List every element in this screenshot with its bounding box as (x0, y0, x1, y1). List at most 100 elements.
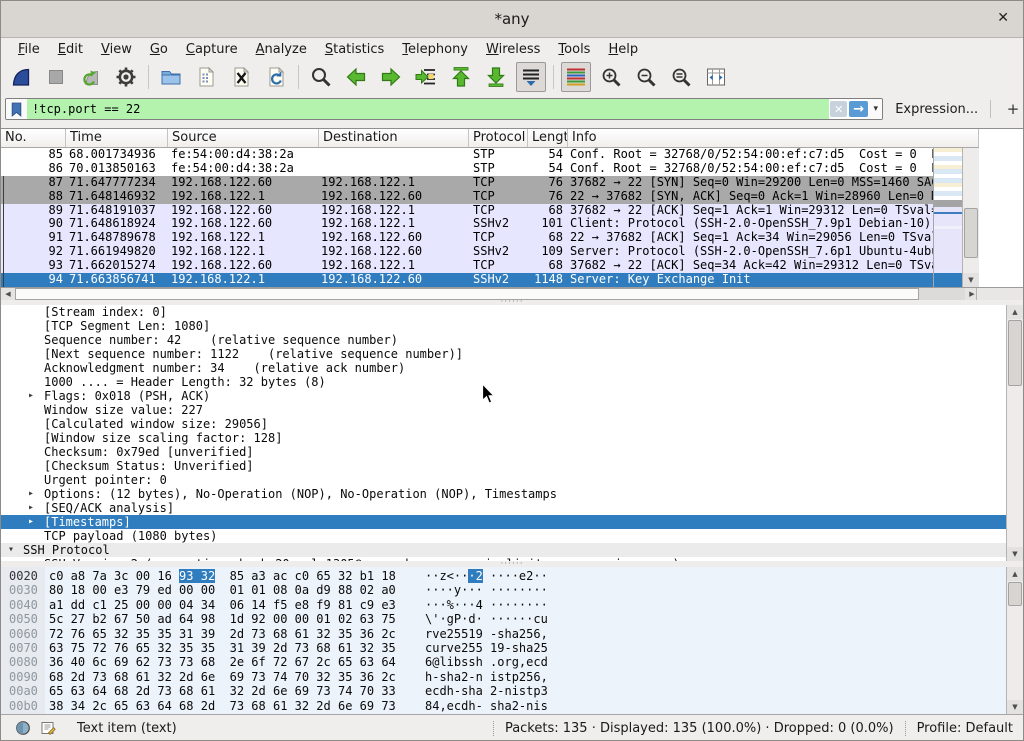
detail-line-16[interactable]: TCP payload (1080 bytes) (1, 529, 1006, 543)
expand-arrow-icon[interactable]: ▸ (28, 557, 34, 561)
detail-line-10[interactable]: Checksum: 0x79ed [unverified] (1, 445, 1006, 459)
expand-arrow-icon[interactable]: ▸ (28, 501, 34, 515)
zoom-reset-button[interactable] (666, 62, 696, 92)
expand-arrow-icon[interactable]: ▸ (28, 389, 34, 403)
hex-row-00b0[interactable]: 00b038 34 2c 65 63 64 68 2d 73 68 61 32 … (1, 699, 1023, 713)
packet-row-90[interactable]: 9071.648618924192.168.122.60192.168.122.… (1, 217, 979, 231)
scroll-thumb[interactable] (964, 208, 978, 258)
detail-line-15[interactable]: ▸[Timestamps] (1, 515, 1006, 529)
detail-line-2[interactable]: Sequence number: 42 (relative sequence n… (1, 333, 1006, 347)
scroll-up-arrow[interactable]: ▲ (1007, 305, 1023, 319)
scroll-thumb[interactable] (1008, 320, 1022, 386)
filter-bookmark-icon[interactable] (6, 99, 27, 119)
collapse-arrow-icon[interactable]: ▾ (8, 543, 14, 557)
packet-row-85[interactable]: 8568.001734936fe:54:00:d4:38:2aSTP54Conf… (1, 148, 979, 162)
menu-analyze[interactable]: Analyze (247, 41, 316, 58)
column-header-protocol[interactable]: Protocol (469, 129, 528, 147)
close-file-button[interactable] (226, 62, 256, 92)
restart-capture-button[interactable] (76, 62, 106, 92)
packet-row-94[interactable]: 9471.663856741192.168.122.1192.168.122.6… (1, 273, 979, 287)
filter-clear-button[interactable]: ✕ (830, 101, 847, 117)
hex-row-0030[interactable]: 003080 18 00 e3 79 ed 00 00 01 01 08 0a … (1, 583, 1023, 597)
zoom-in-button[interactable] (596, 62, 626, 92)
detail-line-5[interactable]: 1000 .... = Header Length: 32 bytes (8) (1, 375, 1006, 389)
find-packet-button[interactable] (306, 62, 336, 92)
expand-arrow-icon[interactable]: ▸ (28, 487, 34, 501)
scroll-up-arrow[interactable]: ▲ (1007, 567, 1023, 581)
hex-row-0060[interactable]: 006072 76 65 32 35 35 31 39 2d 73 68 61 … (1, 627, 1023, 641)
hex-row-0090[interactable]: 009068 2d 73 68 61 32 2d 6e 69 73 74 70 … (1, 670, 1023, 684)
menu-wireless[interactable]: Wireless (477, 41, 549, 58)
scroll-down-arrow[interactable]: ▼ (1007, 547, 1023, 561)
go-last-button[interactable] (481, 62, 511, 92)
display-filter-input[interactable]: !tcp.port == 22 (27, 99, 829, 119)
filter-apply-button[interactable]: → (849, 101, 868, 117)
packet-row-86[interactable]: 8670.013850163fe:54:00:d4:38:2aSTP54Conf… (1, 162, 979, 176)
packet-row-91[interactable]: 9171.648789678192.168.122.1192.168.122.6… (1, 231, 979, 245)
hscroll-thumb[interactable] (15, 288, 919, 300)
details-scrollbar[interactable]: ▲ ▼ (1006, 305, 1023, 561)
detail-line-4[interactable]: Acknowledgment number: 34 (relative ack … (1, 361, 1006, 375)
hex-row-0020[interactable]: 0020c0 a8 7a 3c 00 16 93 32 85 a3 ac c0 … (1, 569, 1023, 583)
expand-arrow-icon[interactable]: ▸ (28, 515, 34, 529)
detail-line-12[interactable]: Urgent pointer: 0 (1, 473, 1006, 487)
menu-tools[interactable]: Tools (549, 41, 599, 58)
menu-statistics[interactable]: Statistics (316, 41, 393, 58)
zoom-out-button[interactable] (631, 62, 661, 92)
menu-edit[interactable]: Edit (49, 41, 92, 58)
intelligent-scrollbar-minimap[interactable] (933, 148, 963, 287)
reload-file-button[interactable] (261, 62, 291, 92)
column-header-info[interactable]: Info (568, 129, 979, 147)
detail-line-9[interactable]: [Window size scaling factor: 128] (1, 431, 1006, 445)
packet-list-scrollbar[interactable]: ▲ ▼ (962, 148, 979, 287)
hex-row-00a0[interactable]: 00a065 63 64 68 2d 73 68 61 32 2d 6e 69 … (1, 684, 1023, 698)
hex-scrollbar[interactable]: ▲ ▼ (1006, 567, 1023, 714)
filter-dropdown-caret[interactable]: ▾ (869, 99, 882, 119)
detail-line-1[interactable]: [TCP Segment Len: 1080] (1, 319, 1006, 333)
scroll-down-arrow[interactable]: ▼ (963, 273, 979, 287)
column-header-length[interactable]: Length (528, 129, 568, 147)
detail-line-3[interactable]: [Next sequence number: 1122 (relative se… (1, 347, 1006, 361)
menu-view[interactable]: View (92, 41, 141, 58)
column-header-time[interactable]: Time (66, 129, 168, 147)
detail-line-14[interactable]: ▸[SEQ/ACK analysis] (1, 501, 1006, 515)
detail-line-17[interactable]: ▾SSH Protocol (1, 543, 1006, 557)
packet-row-93[interactable]: 9371.662015274192.168.122.60192.168.122.… (1, 259, 979, 273)
packet-row-87[interactable]: 8771.647777234192.168.122.60192.168.122.… (1, 176, 979, 190)
detail-line-7[interactable]: Window size value: 227 (1, 403, 1006, 417)
menu-capture[interactable]: Capture (177, 41, 247, 58)
detail-line-18[interactable]: ▸SSH Version 2 (encryption:chacha20-poly… (1, 557, 1006, 561)
open-file-button[interactable] (156, 62, 186, 92)
hex-row-0070[interactable]: 007063 75 72 76 65 32 35 35 31 39 2d 73 … (1, 641, 1023, 655)
auto-scroll-button[interactable] (516, 62, 546, 92)
packet-row-89[interactable]: 8971.648191037192.168.122.60192.168.122.… (1, 204, 979, 218)
resize-columns-button[interactable] (701, 62, 731, 92)
go-forward-button[interactable] (376, 62, 406, 92)
capture-options-button[interactable] (111, 62, 141, 92)
hex-row-0050[interactable]: 00505c 27 b2 67 50 ad 64 98 1d 92 00 00 … (1, 612, 1023, 626)
detail-line-8[interactable]: [Calculated window size: 29056] (1, 417, 1006, 431)
packet-row-88[interactable]: 8871.648146932192.168.122.1192.168.122.6… (1, 190, 979, 204)
menu-telephony[interactable]: Telephony (393, 41, 477, 58)
detail-line-13[interactable]: ▸Options: (12 bytes), No-Operation (NOP)… (1, 487, 1006, 501)
save-file-button[interactable] (191, 62, 221, 92)
go-back-button[interactable] (341, 62, 371, 92)
display-filter-field[interactable]: !tcp.port == 22 ✕ → ▾ (5, 98, 883, 120)
column-header-destination[interactable]: Destination (319, 129, 469, 147)
column-header-no[interactable]: No. (1, 129, 66, 147)
menu-help[interactable]: Help (599, 41, 647, 58)
column-header-source[interactable]: Source (168, 129, 319, 147)
hex-row-0040[interactable]: 0040a1 dd c1 25 00 00 04 34 06 14 f5 e8 … (1, 598, 1023, 612)
capture-comment-icon[interactable] (40, 720, 56, 736)
hex-row-0080[interactable]: 008036 40 6c 69 62 73 73 68 2e 6f 72 67 … (1, 655, 1023, 669)
menu-go[interactable]: Go (141, 41, 177, 58)
go-first-button[interactable] (446, 62, 476, 92)
stop-capture-button[interactable] (41, 62, 71, 92)
close-button[interactable]: ✕ (997, 10, 1009, 26)
colorize-button[interactable] (561, 62, 591, 92)
scroll-thumb[interactable] (1008, 582, 1022, 606)
detail-line-11[interactable]: [Checksum Status: Unverified] (1, 459, 1006, 473)
scroll-left-arrow[interactable]: ◀ (1, 288, 15, 300)
detail-line-0[interactable]: [Stream index: 0] (1, 305, 1006, 319)
profile-text[interactable]: Profile: Default (917, 721, 1013, 736)
